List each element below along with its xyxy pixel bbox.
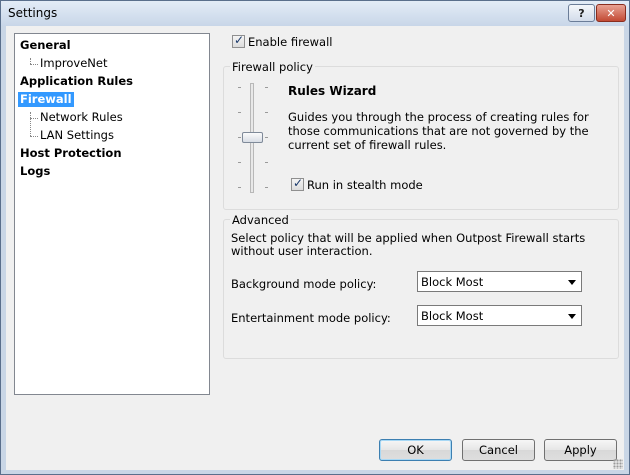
slider-tick — [238, 187, 241, 188]
close-button[interactable]: ✕ — [596, 4, 626, 22]
slider-tick — [265, 112, 268, 113]
tree-connector — [30, 112, 31, 136]
tree-item-network-rules[interactable]: Network Rules — [40, 110, 123, 125]
slider-tick — [238, 87, 241, 88]
tree-item-general[interactable]: General — [20, 38, 71, 53]
chevron-down-icon — [568, 280, 576, 285]
rules-wizard-title: Rules Wizard — [288, 84, 377, 98]
advanced-group: Advanced Select policy that will be appl… — [223, 213, 619, 359]
tree-item-host-protection[interactable]: Host Protection — [20, 146, 122, 161]
tree-item-application-rules[interactable]: Application Rules — [20, 74, 133, 89]
cancel-button[interactable]: Cancel — [462, 439, 535, 461]
window-title: Settings — [8, 6, 58, 20]
background-mode-policy-label: Background mode policy: — [231, 277, 377, 291]
title-bar[interactable]: Settings ? ✕ — [1, 1, 629, 26]
checkmark-icon: ✓ — [293, 176, 304, 190]
entertainment-mode-policy-label: Entertainment mode policy: — [231, 311, 391, 325]
tree-connector — [30, 136, 38, 137]
close-icon: ✕ — [606, 6, 616, 20]
slider-tick — [265, 162, 268, 163]
slider-tick — [265, 87, 268, 88]
entertainment-mode-policy-value: Block Most — [421, 309, 484, 323]
apply-button[interactable]: Apply — [544, 439, 617, 461]
enable-firewall-checkbox[interactable]: ✓ — [232, 33, 245, 48]
checkmark-icon: ✓ — [234, 33, 245, 47]
entertainment-mode-policy-select[interactable]: Block Most — [417, 305, 582, 326]
enable-firewall-label[interactable]: Enable firewall — [248, 35, 332, 49]
help-icon: ? — [578, 6, 585, 20]
firewall-policy-group: Firewall policy Rules Wizard Guides you … — [223, 60, 619, 210]
background-mode-policy-select[interactable]: Block Most — [417, 271, 582, 292]
stealth-mode-checkbox[interactable]: ✓ — [291, 176, 304, 191]
tree-item-improvenet[interactable]: ImproveNet — [40, 56, 107, 71]
policy-slider-thumb[interactable] — [242, 132, 263, 143]
tree-item-firewall[interactable]: Firewall — [18, 92, 74, 107]
help-button[interactable]: ? — [568, 4, 595, 22]
tree-connector — [30, 64, 38, 65]
resize-grip-icon[interactable] — [613, 459, 623, 469]
advanced-description: Select policy that will be applied when … — [231, 231, 586, 258]
rules-wizard-description: Guides you through the process of creati… — [288, 110, 589, 152]
advanced-title: Advanced — [230, 213, 291, 227]
ok-button[interactable]: OK — [379, 439, 452, 461]
background-mode-policy-value: Block Most — [421, 275, 484, 289]
slider-tick — [265, 187, 268, 188]
tree-connector — [30, 118, 38, 119]
firewall-policy-title: Firewall policy — [230, 60, 315, 74]
tree-item-logs[interactable]: Logs — [20, 164, 50, 179]
stealth-mode-label[interactable]: Run in stealth mode — [307, 178, 423, 192]
chevron-down-icon — [568, 314, 576, 319]
slider-tick — [238, 162, 241, 163]
tree-item-lan-settings[interactable]: LAN Settings — [40, 128, 114, 143]
slider-tick — [238, 112, 241, 113]
settings-window: Settings ? ✕ General ImproveNet Applicat… — [0, 0, 630, 475]
settings-navigation-tree[interactable]: General ImproveNet Application Rules Fir… — [14, 33, 210, 395]
slider-tick — [238, 137, 241, 138]
dialog-client-area: General ImproveNet Application Rules Fir… — [6, 26, 624, 470]
slider-tick — [265, 137, 268, 138]
